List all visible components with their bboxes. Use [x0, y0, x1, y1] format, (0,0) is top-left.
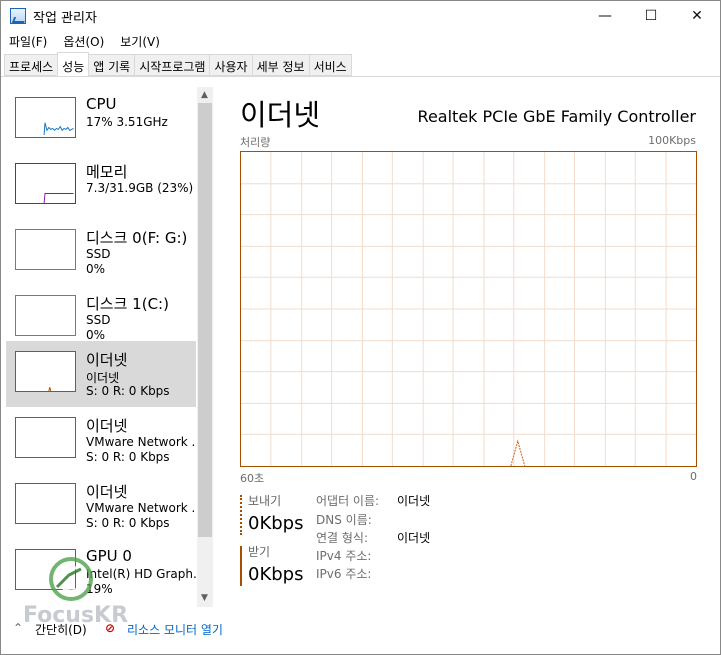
close-button[interactable]: ✕: [674, 1, 720, 31]
task-manager-window: 작업 관리자 — ☐ ✕ 파일(F) 옵션(O) 보기(V) 프로세스 성능 앱…: [0, 0, 721, 655]
sidebar-item-ethernet-vmware-2[interactable]: 이더넷 VMware Network ... S: 0 R: 0 Kbps: [6, 473, 196, 539]
sidebar-item-ethernet[interactable]: 이더넷 이더넷 S: 0 R: 0 Kbps: [6, 341, 196, 407]
resource-monitor-icon: ⊘: [105, 621, 116, 635]
graph-max-label: 100Kbps: [648, 134, 696, 147]
send-value: 0Kbps: [248, 513, 304, 534]
sidebar-item-title: 메모리: [86, 163, 128, 181]
sidebar-scrollbar[interactable]: ▲ ▼: [197, 87, 213, 607]
ethernet-mini-graph: [15, 351, 76, 392]
maximize-button[interactable]: ☐: [628, 1, 674, 31]
minimize-button[interactable]: —: [582, 1, 628, 31]
receive-trace: [510, 439, 526, 466]
graph-time-right: 0: [690, 470, 697, 483]
ethernet-mini-graph: [15, 417, 76, 458]
sidebar-item-title: CPU: [86, 95, 117, 113]
menu-bar: 파일(F) 옵션(O) 보기(V): [1, 31, 168, 51]
sidebar-item-title: 디스크 0(F: G:): [86, 229, 188, 247]
graph-time-left: 60초: [240, 472, 265, 485]
sidebar-item-title: 이더넷: [86, 351, 128, 369]
window-title: 작업 관리자: [33, 10, 97, 26]
tab-app-history[interactable]: 앱 기록: [88, 54, 136, 76]
sidebar-item-detail: 17% 3.51GHz: [86, 115, 168, 129]
graph-label: 처리량: [240, 136, 271, 149]
menu-file[interactable]: 파일(F): [9, 33, 47, 50]
sidebar-item-title: 디스크 1(C:): [86, 295, 169, 313]
tab-performance[interactable]: 성능: [57, 52, 90, 76]
page-title: 이더넷: [240, 98, 321, 132]
cpu-mini-graph: [15, 97, 76, 138]
connection-type-label: 연결 형식:: [316, 531, 369, 545]
sidebar-item-throughput: S: 0 R: 0 Kbps: [86, 516, 170, 530]
receive-indicator: [240, 546, 242, 586]
sidebar-item-cpu[interactable]: CPU 17% 3.51GHz: [6, 87, 196, 153]
send-label: 보내기: [248, 494, 282, 508]
scroll-thumb[interactable]: [198, 103, 212, 537]
sidebar-item-ethernet-vmware-1[interactable]: 이더넷 VMware Network ... S: 0 R: 0 Kbps: [6, 407, 196, 473]
connection-type-value: 이더넷: [397, 531, 431, 545]
sidebar-item-throughput: S: 0 R: 0 Kbps: [86, 384, 170, 398]
adapter-name: Realtek PCIe GbE Family Controller: [417, 107, 696, 126]
sidebar-item-type: SSD: [86, 247, 111, 261]
tab-divider: [1, 76, 720, 77]
tab-processes[interactable]: 프로세스: [4, 54, 59, 76]
sidebar-item-usage: 0%: [86, 262, 106, 276]
title-bar[interactable]: 작업 관리자 — ☐ ✕: [1, 1, 720, 31]
sidebar-item-title: 이더넷: [86, 417, 128, 435]
ipv4-label: IPv4 주소:: [316, 549, 372, 563]
sidebar-item-disk-0[interactable]: 디스크 0(F: G:) SSD 0%: [6, 219, 196, 285]
sidebar-item-usage: 0%: [86, 328, 106, 342]
send-indicator: [240, 495, 242, 535]
sidebar-item-type: SSD: [86, 313, 111, 327]
ipv6-label: IPv6 주소:: [316, 567, 372, 581]
ethernet-mini-graph: [15, 483, 76, 524]
sidebar-item-title: 이더넷: [86, 483, 128, 501]
scroll-up-icon[interactable]: ▲: [201, 90, 208, 100]
disk-0-mini-graph: [15, 229, 76, 270]
receive-value: 0Kbps: [248, 564, 304, 585]
dns-name-label: DNS 이름:: [316, 513, 372, 527]
sidebar-item-memory[interactable]: 메모리 7.3/31.9GB (23%): [6, 153, 196, 219]
adapter-name-label: 어댑터 이름:: [316, 494, 380, 508]
throughput-graph: [240, 151, 697, 467]
chevron-up-icon[interactable]: ⌃: [13, 621, 23, 635]
tab-strip: 프로세스 성능 앱 기록 시작프로그램 사용자 세부 정보 서비스: [4, 52, 352, 76]
fewer-details-button[interactable]: 간단히(D): [35, 621, 87, 638]
tab-users[interactable]: 사용자: [209, 54, 253, 76]
menu-options[interactable]: 옵션(O): [63, 33, 104, 50]
sidebar-item-throughput: S: 0 R: 0 Kbps: [86, 450, 170, 464]
task-manager-icon: [10, 8, 26, 24]
resource-sidebar: CPU 17% 3.51GHz 메모리 7.3/31.9GB (23%) 디스크…: [6, 87, 196, 607]
menu-view[interactable]: 보기(V): [120, 33, 160, 50]
tab-details[interactable]: 세부 정보: [251, 54, 310, 76]
adapter-name-value: 이더넷: [397, 494, 431, 508]
tab-services[interactable]: 서비스: [308, 54, 352, 76]
memory-mini-graph: [15, 163, 76, 204]
disk-1-mini-graph: [15, 295, 76, 336]
sidebar-item-adapter: VMware Network ...: [86, 501, 196, 515]
receive-label: 받기: [248, 545, 271, 559]
tab-startup[interactable]: 시작프로그램: [134, 54, 211, 76]
sidebar-item-adapter: VMware Network ...: [86, 435, 196, 449]
open-resource-monitor-link[interactable]: 리소스 모니터 열기: [127, 621, 223, 638]
sidebar-item-detail: 7.3/31.9GB (23%): [86, 181, 194, 195]
